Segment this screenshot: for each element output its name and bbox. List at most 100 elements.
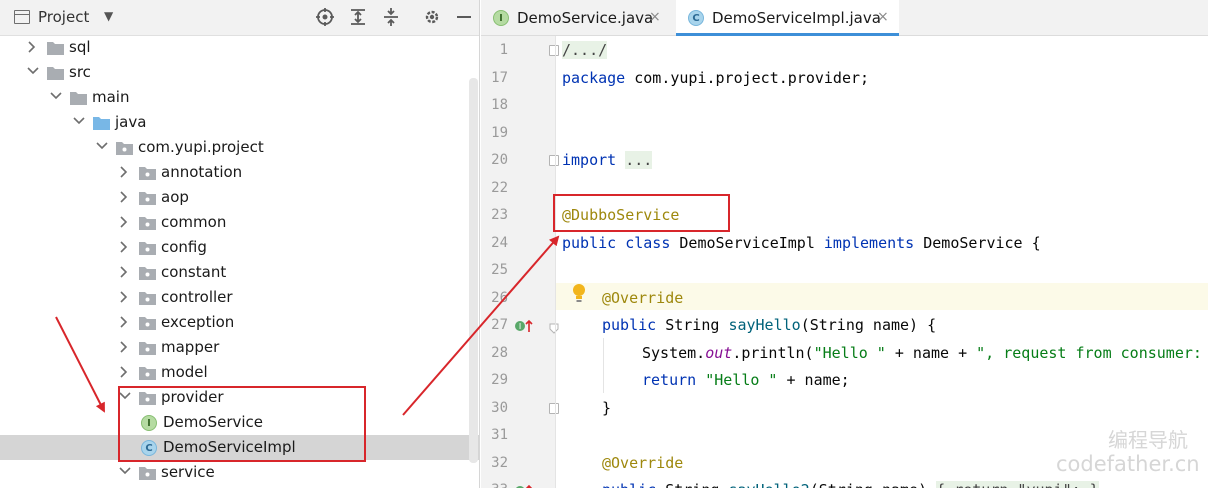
tree-item-label: constant (161, 263, 227, 281)
chevron-right-icon[interactable] (119, 266, 129, 278)
package-icon (139, 391, 156, 405)
code-line[interactable]: } (602, 395, 611, 422)
chevron-right-icon[interactable] (119, 241, 129, 253)
chevron-down-icon[interactable] (119, 466, 131, 478)
line-number: 33 (481, 482, 508, 488)
tree-item-demoserviceimpl[interactable]: C DemoServiceImpl (0, 435, 479, 460)
gear-icon[interactable] (421, 7, 443, 29)
chevron-right-icon[interactable] (119, 291, 129, 303)
code-line[interactable]: @Override (602, 450, 683, 477)
code-line[interactable]: System.out.println("Hello " + name + ", … (642, 340, 1208, 367)
tree-item-label: DemoServiceImpl (163, 438, 296, 456)
lightbulb-icon[interactable] (571, 283, 587, 305)
close-icon[interactable]: × (649, 9, 661, 25)
tree-item-config[interactable]: config (0, 235, 479, 260)
tree-item-provider[interactable]: provider (0, 385, 479, 410)
select-opened-file-icon[interactable] (314, 7, 336, 29)
code-line[interactable]: @Override (602, 285, 683, 312)
tree-item-mapper[interactable]: mapper (0, 335, 479, 360)
hide-panel-icon[interactable] (453, 7, 475, 29)
fold-toggle-icon[interactable] (549, 45, 559, 56)
chevron-down-icon[interactable] (73, 116, 85, 128)
tree-item-controller[interactable]: controller (0, 285, 479, 310)
chevron-down-icon[interactable]: ▼ (104, 9, 113, 23)
package-icon (139, 266, 156, 280)
fold-toggle-icon[interactable] (549, 402, 559, 414)
tab-demoservice-java[interactable]: I DemoService.java × (481, 0, 671, 36)
chevron-right-icon[interactable] (27, 41, 37, 53)
implements-method-icon[interactable]: I (514, 318, 542, 334)
code-line[interactable]: return "Hello " + name; (642, 367, 850, 394)
code-editor: I DemoService.java × C DemoServiceImpl.java ×… (481, 0, 1208, 488)
tab-demoserviceimpl-java[interactable]: C DemoServiceImpl.java × (676, 0, 899, 36)
code-token: { return "yupi"; } (936, 481, 1099, 488)
code-token: System. (642, 343, 706, 362)
package-icon (139, 366, 156, 380)
package-icon (139, 291, 156, 305)
tree-item-common[interactable]: common (0, 210, 479, 235)
line-number: 20 (491, 152, 508, 168)
code-line[interactable]: package com.yupi.project.provider; (562, 65, 869, 92)
tree-item-label: com.yupi.project (138, 138, 264, 156)
folder-icon (70, 91, 87, 105)
tree-item-constant[interactable]: constant (0, 260, 479, 285)
tree-item-label: model (161, 363, 208, 381)
code-token: .println( (732, 343, 814, 362)
tree-item-label: common (161, 213, 227, 231)
code-token: import (562, 151, 617, 169)
chevron-right-icon[interactable] (119, 166, 129, 178)
code-token: public class (562, 233, 671, 252)
code-line[interactable]: @DubboService (562, 202, 679, 229)
code-line[interactable]: public String sayHello2(String name) { r… (602, 477, 1099, 488)
tree-item-model[interactable]: model (0, 360, 479, 385)
tree-item-java[interactable]: java (0, 110, 479, 135)
fold-toggle-icon[interactable] (549, 155, 559, 166)
code-token: sayHello (728, 316, 801, 334)
line-number: 18 (491, 97, 508, 113)
expand-all-icon[interactable] (347, 7, 369, 29)
implements-method-icon[interactable]: I (514, 483, 542, 488)
tree-item-com-yupi-project[interactable]: com.yupi.project (0, 135, 479, 160)
code-line[interactable]: /.../ (562, 37, 608, 64)
collapse-all-icon[interactable] (380, 7, 402, 29)
fold-end-icon[interactable] (549, 320, 559, 334)
chevron-down-icon[interactable] (27, 66, 39, 78)
tree-item-service[interactable]: service (0, 460, 479, 485)
chevron-right-icon[interactable] (119, 316, 129, 328)
line-number: 26 (491, 289, 508, 306)
package-icon (139, 341, 156, 355)
code-token: /.../ (562, 41, 608, 59)
chevron-right-icon[interactable] (119, 341, 129, 353)
package-icon (139, 241, 156, 255)
package-icon (139, 466, 156, 480)
chevron-right-icon[interactable] (119, 216, 129, 228)
line-number: 30 (491, 399, 508, 416)
code-line[interactable]: public String sayHello(String name) { (602, 312, 936, 339)
chevron-right-icon[interactable] (119, 191, 129, 203)
tree-item-label: mapper (161, 338, 220, 356)
tree-item-main[interactable]: main (0, 85, 479, 110)
code-token: com.yupi.project.provider; (625, 68, 870, 87)
chevron-right-icon[interactable] (119, 366, 129, 378)
code-line[interactable]: import ... (562, 147, 653, 174)
tree-item-demoservice[interactable]: I DemoService (0, 410, 479, 435)
editor-tab-bar: I DemoService.java × C DemoServiceImpl.java × (481, 0, 1208, 36)
tree-item-annotation[interactable]: annotation (0, 160, 479, 185)
code-token: return (642, 371, 697, 389)
tree-item-sql[interactable]: sql (0, 35, 479, 60)
tree-item-label: provider (161, 388, 224, 406)
folder-icon (47, 66, 64, 80)
project-panel-title[interactable]: Project (38, 8, 89, 26)
chevron-down-icon[interactable] (50, 91, 62, 103)
tree-item-aop[interactable]: aop (0, 185, 479, 210)
code-token: String (656, 316, 729, 334)
tree-item-label: src (69, 63, 91, 81)
code-line[interactable]: public class DemoServiceImpl implements … (562, 230, 1041, 257)
tree-scrollbar[interactable] (469, 78, 478, 463)
chevron-down-icon[interactable] (119, 391, 131, 403)
tree-item-exception[interactable]: exception (0, 310, 479, 335)
chevron-down-icon[interactable] (96, 141, 108, 153)
tree-item-src[interactable]: src (0, 60, 479, 85)
close-icon[interactable]: × (877, 9, 889, 25)
